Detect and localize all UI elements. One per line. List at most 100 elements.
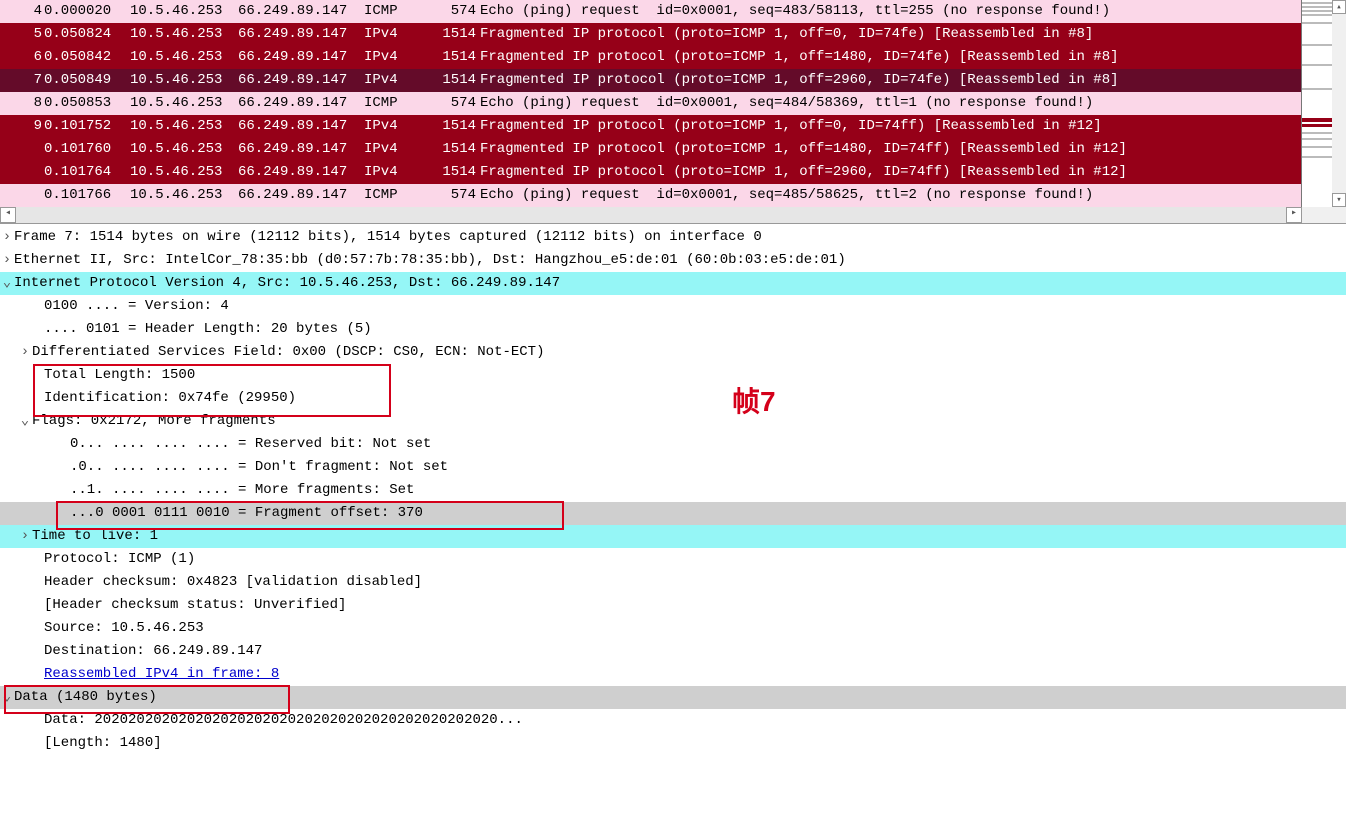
- col-time: 0.101764: [44, 161, 130, 184]
- field-fragment-offset[interactable]: ...0 0001 0111 0010 = Fragment offset: 3…: [0, 502, 1346, 525]
- packet-row[interactable]: 0.10176410.5.46.25366.249.89.147IPv41514…: [0, 161, 1302, 184]
- col-protocol: IPv4: [364, 69, 414, 92]
- field-header-checksum[interactable]: Header checksum: 0x4823 [validation disa…: [0, 571, 1346, 594]
- col-source: 10.5.46.253: [130, 115, 238, 138]
- col-no: 4: [0, 0, 44, 23]
- col-time: 0.050842: [44, 46, 130, 69]
- col-length: 1514: [414, 138, 480, 161]
- field-more-fragments[interactable]: ..1. .... .... .... = More fragments: Se…: [0, 479, 1346, 502]
- hscroll-track[interactable]: [16, 207, 1286, 223]
- col-protocol: IPv4: [364, 161, 414, 184]
- field-data-length[interactable]: [Length: 1480]: [0, 732, 1346, 755]
- col-source: 10.5.46.253: [130, 69, 238, 92]
- col-no: 8: [0, 92, 44, 115]
- col-destination: 66.249.89.147: [238, 138, 364, 161]
- col-length: 574: [414, 92, 480, 115]
- col-protocol: IPv4: [364, 138, 414, 161]
- col-info: Echo (ping) request id=0x0001, seq=485/5…: [480, 184, 1302, 207]
- field-ttl[interactable]: ›Time to live: 1: [0, 525, 1346, 548]
- field-reserved-bit[interactable]: 0... .... .... .... = Reserved bit: Not …: [0, 433, 1346, 456]
- scroll-up-icon[interactable]: ▴: [1332, 0, 1346, 14]
- tree-flags[interactable]: ⌄Flags: 0x2172, More fragments: [0, 410, 1346, 433]
- col-source: 10.5.46.253: [130, 46, 238, 69]
- packet-list-hscroll[interactable]: ◂ ▸: [0, 207, 1346, 223]
- col-destination: 66.249.89.147: [238, 184, 364, 207]
- col-length: 1514: [414, 69, 480, 92]
- col-time: 0.101766: [44, 184, 130, 207]
- field-total-length[interactable]: Total Length: 1500: [0, 364, 1346, 387]
- col-destination: 66.249.89.147: [238, 23, 364, 46]
- frame-summary: Frame 7: 1514 bytes on wire (12112 bits)…: [14, 229, 762, 245]
- col-protocol: IPv4: [364, 115, 414, 138]
- tree-ipv4[interactable]: ⌄Internet Protocol Version 4, Src: 10.5.…: [0, 272, 1346, 295]
- field-dont-fragment[interactable]: .0.. .... .... .... = Don't fragment: No…: [0, 456, 1346, 479]
- col-time: 0.050853: [44, 92, 130, 115]
- packet-row[interactable]: 90.10175210.5.46.25366.249.89.147IPv4151…: [0, 115, 1302, 138]
- col-info: Fragmented IP protocol (proto=ICMP 1, of…: [480, 138, 1302, 161]
- ip-summary: Internet Protocol Version 4, Src: 10.5.4…: [14, 275, 560, 291]
- tree-ethernet[interactable]: ›Ethernet II, Src: IntelCor_78:35:bb (d0…: [0, 249, 1346, 272]
- packet-list-vscroll[interactable]: ▴ ▾: [1332, 0, 1346, 207]
- packet-row[interactable]: 0.10176610.5.46.25366.249.89.147ICMP574E…: [0, 184, 1302, 207]
- packet-list-minimap[interactable]: ▴ ▾: [1301, 0, 1346, 207]
- scroll-down-icon[interactable]: ▾: [1332, 193, 1346, 207]
- caret-right-icon: ›: [0, 226, 14, 249]
- scroll-left-icon[interactable]: ◂: [0, 207, 16, 223]
- tree-data[interactable]: ⌄Data (1480 bytes): [0, 686, 1346, 709]
- caret-down-icon: ⌄: [18, 410, 32, 433]
- col-time: 0.101760: [44, 138, 130, 161]
- caret-right-icon: ›: [0, 249, 14, 272]
- col-no: 5: [0, 23, 44, 46]
- packet-row[interactable]: 70.05084910.5.46.25366.249.89.147IPv4151…: [0, 69, 1302, 92]
- packet-row[interactable]: 80.05085310.5.46.25366.249.89.147ICMP574…: [0, 92, 1302, 115]
- scroll-right-icon[interactable]: ▸: [1286, 207, 1302, 223]
- col-destination: 66.249.89.147: [238, 69, 364, 92]
- caret-down-icon: ⌄: [0, 686, 14, 709]
- packet-row[interactable]: 60.05084210.5.46.25366.249.89.147IPv4151…: [0, 46, 1302, 69]
- col-source: 10.5.46.253: [130, 92, 238, 115]
- col-no: 6: [0, 46, 44, 69]
- col-protocol: IPv4: [364, 23, 414, 46]
- eth-summary: Ethernet II, Src: IntelCor_78:35:bb (d0:…: [14, 252, 846, 268]
- col-no: [0, 184, 44, 207]
- col-protocol: ICMP: [364, 92, 414, 115]
- reassembled-link[interactable]: Reassembled IPv4 in frame: 8: [44, 666, 279, 682]
- packet-row[interactable]: 0.10176010.5.46.25366.249.89.147IPv41514…: [0, 138, 1302, 161]
- caret-right-icon: ›: [18, 525, 32, 548]
- field-source[interactable]: Source: 10.5.46.253: [0, 617, 1346, 640]
- col-length: 1514: [414, 46, 480, 69]
- field-data-bytes[interactable]: Data: 2020202020202020202020202020202020…: [0, 709, 1346, 732]
- field-header-length[interactable]: .... 0101 = Header Length: 20 bytes (5): [0, 318, 1346, 341]
- col-length: 1514: [414, 23, 480, 46]
- col-info: Fragmented IP protocol (proto=ICMP 1, of…: [480, 23, 1302, 46]
- field-destination[interactable]: Destination: 66.249.89.147: [0, 640, 1346, 663]
- col-no: [0, 138, 44, 161]
- col-info: Echo (ping) request id=0x0001, seq=484/5…: [480, 92, 1302, 115]
- col-destination: 66.249.89.147: [238, 92, 364, 115]
- packet-list-pane[interactable]: 40.00002010.5.46.25366.249.89.147ICMP574…: [0, 0, 1346, 224]
- packet-row[interactable]: 50.05082410.5.46.25366.249.89.147IPv4151…: [0, 23, 1302, 46]
- field-version[interactable]: 0100 .... = Version: 4: [0, 295, 1346, 318]
- col-info: Fragmented IP protocol (proto=ICMP 1, of…: [480, 161, 1302, 184]
- caret-down-icon: ⌄: [0, 272, 14, 295]
- col-protocol: IPv4: [364, 46, 414, 69]
- col-protocol: ICMP: [364, 0, 414, 23]
- field-checksum-status[interactable]: [Header checksum status: Unverified]: [0, 594, 1346, 617]
- col-info: Fragmented IP protocol (proto=ICMP 1, of…: [480, 69, 1302, 92]
- col-length: 1514: [414, 161, 480, 184]
- caret-right-icon: ›: [18, 341, 32, 364]
- packet-details-pane[interactable]: ›Frame 7: 1514 bytes on wire (12112 bits…: [0, 224, 1346, 767]
- field-reassembled-link[interactable]: Reassembled IPv4 in frame: 8: [0, 663, 1346, 686]
- field-identification[interactable]: Identification: 0x74fe (29950): [0, 387, 1346, 410]
- tree-frame[interactable]: ›Frame 7: 1514 bytes on wire (12112 bits…: [0, 226, 1346, 249]
- col-time: 0.101752: [44, 115, 130, 138]
- col-protocol: ICMP: [364, 184, 414, 207]
- col-length: 574: [414, 184, 480, 207]
- field-protocol[interactable]: Protocol: ICMP (1): [0, 548, 1346, 571]
- col-time: 0.050849: [44, 69, 130, 92]
- annotation-label: 帧7: [732, 380, 776, 420]
- col-source: 10.5.46.253: [130, 23, 238, 46]
- col-destination: 66.249.89.147: [238, 161, 364, 184]
- tree-dscp[interactable]: ›Differentiated Services Field: 0x00 (DS…: [0, 341, 1346, 364]
- packet-row[interactable]: 40.00002010.5.46.25366.249.89.147ICMP574…: [0, 0, 1302, 23]
